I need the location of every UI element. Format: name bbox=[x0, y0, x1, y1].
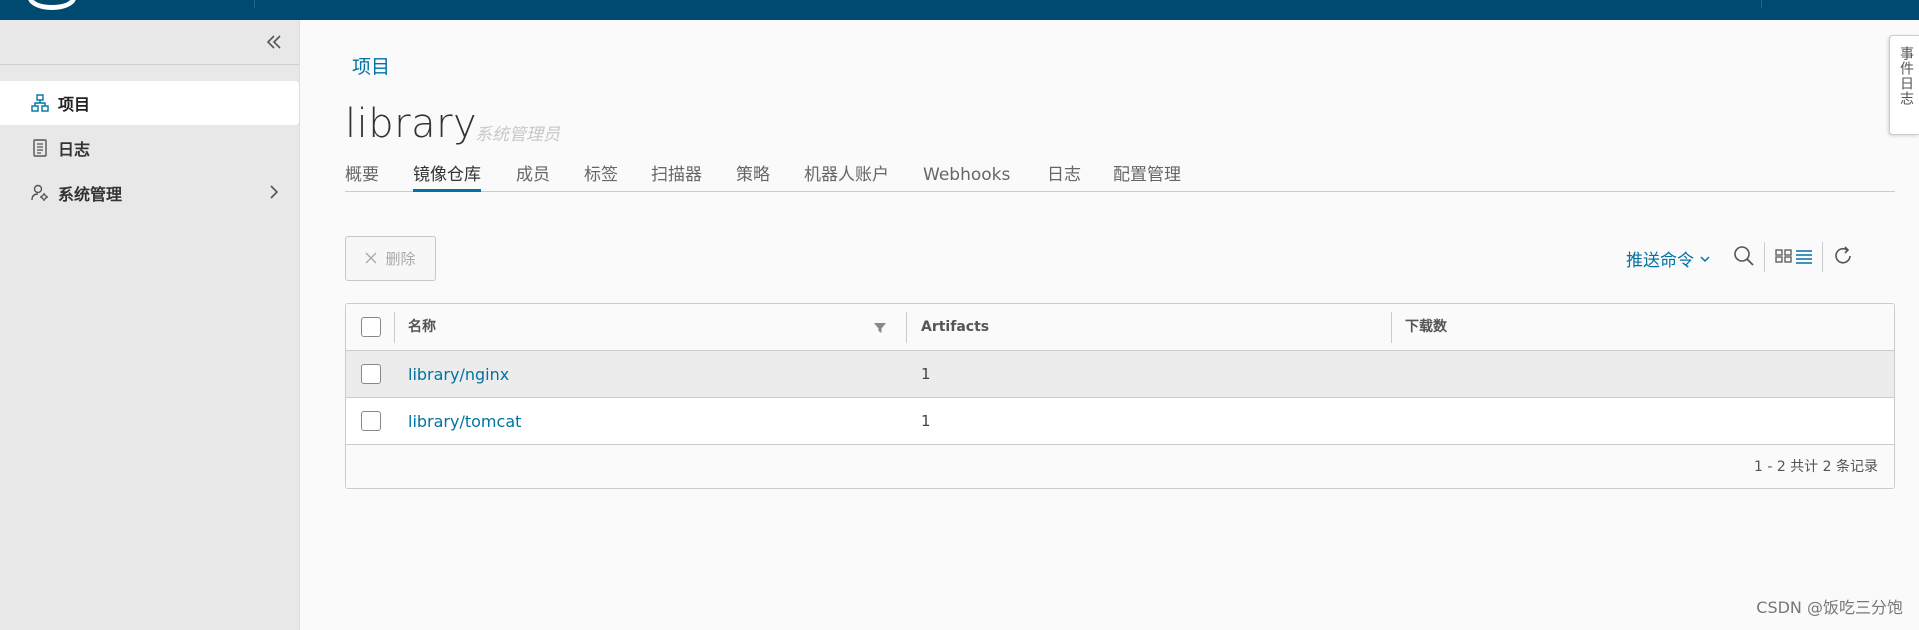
column-header-pulls[interactable]: 下载数 bbox=[1405, 304, 1447, 351]
sidebar-item-projects[interactable]: 项目 bbox=[0, 81, 299, 125]
row-checkbox[interactable] bbox=[361, 411, 381, 431]
tab-members[interactable]: 成员 bbox=[516, 158, 550, 192]
refresh-icon[interactable] bbox=[1829, 242, 1857, 270]
push-command-dropdown[interactable]: 推送命令 bbox=[1626, 246, 1710, 271]
event-log-tab[interactable]: 事件日志 bbox=[1889, 35, 1919, 135]
toolbar-divider bbox=[1764, 242, 1765, 272]
header-divider bbox=[254, 0, 255, 8]
sidebar-item-logs[interactable]: 日志 bbox=[0, 126, 299, 170]
sidebar-item-label: 系统管理 bbox=[58, 185, 123, 204]
main-content: 项目 library 系统管理员 概要 镜像仓库 成员 标签 扫描器 策略 机器… bbox=[300, 20, 1919, 630]
column-divider bbox=[1391, 312, 1392, 343]
repository-name-cell: library/tomcat bbox=[408, 398, 521, 445]
table-header-row: 名称 Artifacts 下载数 bbox=[346, 304, 1894, 351]
tab-configuration[interactable]: 配置管理 bbox=[1113, 158, 1181, 192]
repository-datagrid: 名称 Artifacts 下载数 library/nginx 1 library… bbox=[345, 303, 1895, 489]
tab-robot-accounts[interactable]: 机器人账户 bbox=[804, 158, 889, 192]
toolbar-divider bbox=[1822, 242, 1823, 272]
close-icon bbox=[365, 250, 377, 268]
admin-settings-icon bbox=[30, 183, 50, 203]
role-label: 系统管理员 bbox=[475, 125, 560, 145]
column-divider bbox=[394, 312, 395, 343]
harbor-logo[interactable] bbox=[28, 0, 76, 10]
sidebar-item-label: 日志 bbox=[58, 140, 91, 159]
list-view-icon[interactable] bbox=[1790, 242, 1818, 270]
project-icon bbox=[30, 93, 50, 113]
column-header-name[interactable]: 名称 bbox=[408, 304, 436, 351]
page-title: library bbox=[345, 101, 478, 147]
project-tabs: 概要 镜像仓库 成员 标签 扫描器 策略 机器人账户 Webhooks 日志 配… bbox=[345, 158, 1895, 192]
tab-policy[interactable]: 策略 bbox=[736, 158, 770, 192]
event-log-label: 事件日志 bbox=[1898, 46, 1914, 106]
pagination-summary: 1 - 2 共计 2 条记录 bbox=[1753, 459, 1878, 475]
double-chevron-left-icon[interactable] bbox=[263, 31, 285, 53]
column-header-artifacts[interactable]: Artifacts bbox=[921, 304, 989, 351]
sidebar-item-label: 项目 bbox=[58, 95, 91, 114]
datagrid-footer: 1 - 2 共计 2 条记录 bbox=[346, 445, 1894, 488]
delete-button-label: 删除 bbox=[385, 250, 416, 268]
select-all-checkbox[interactable] bbox=[361, 317, 381, 337]
header-divider bbox=[1761, 0, 1762, 8]
chevron-right-icon bbox=[265, 183, 283, 201]
chevron-down-icon bbox=[1700, 249, 1710, 269]
tab-summary[interactable]: 概要 bbox=[345, 158, 379, 192]
log-icon bbox=[30, 138, 50, 158]
row-checkbox[interactable] bbox=[361, 364, 381, 384]
breadcrumb[interactable]: 项目 bbox=[352, 52, 390, 79]
tab-scanner[interactable]: 扫描器 bbox=[651, 158, 702, 192]
tab-logs[interactable]: 日志 bbox=[1047, 158, 1081, 192]
column-divider bbox=[906, 312, 907, 343]
artifacts-count-cell: 1 bbox=[921, 412, 931, 430]
watermark: CSDN @饭吃三分饱 bbox=[1756, 598, 1903, 617]
repository-link[interactable]: library/tomcat bbox=[408, 412, 521, 431]
sidebar-collapse-row bbox=[0, 20, 299, 65]
table-row[interactable]: library/tomcat 1 bbox=[346, 398, 1894, 445]
repository-link[interactable]: library/nginx bbox=[408, 365, 509, 384]
tab-repositories[interactable]: 镜像仓库 bbox=[413, 158, 481, 192]
repository-name-cell: library/nginx bbox=[408, 351, 509, 398]
delete-button[interactable]: 删除 bbox=[345, 236, 436, 281]
filter-icon[interactable] bbox=[872, 320, 888, 336]
tab-webhooks[interactable]: Webhooks bbox=[923, 158, 1010, 192]
search-icon[interactable] bbox=[1730, 242, 1758, 270]
artifacts-count-cell: 1 bbox=[921, 365, 931, 383]
tab-labels[interactable]: 标签 bbox=[584, 158, 618, 192]
sidebar-item-administration[interactable]: 系统管理 bbox=[0, 171, 299, 215]
sidebar: 项目 日志 系统管理 bbox=[0, 20, 300, 630]
push-command-label: 推送命令 bbox=[1626, 251, 1694, 271]
top-header-bar bbox=[0, 0, 1919, 20]
table-row[interactable]: library/nginx 1 bbox=[346, 351, 1894, 398]
